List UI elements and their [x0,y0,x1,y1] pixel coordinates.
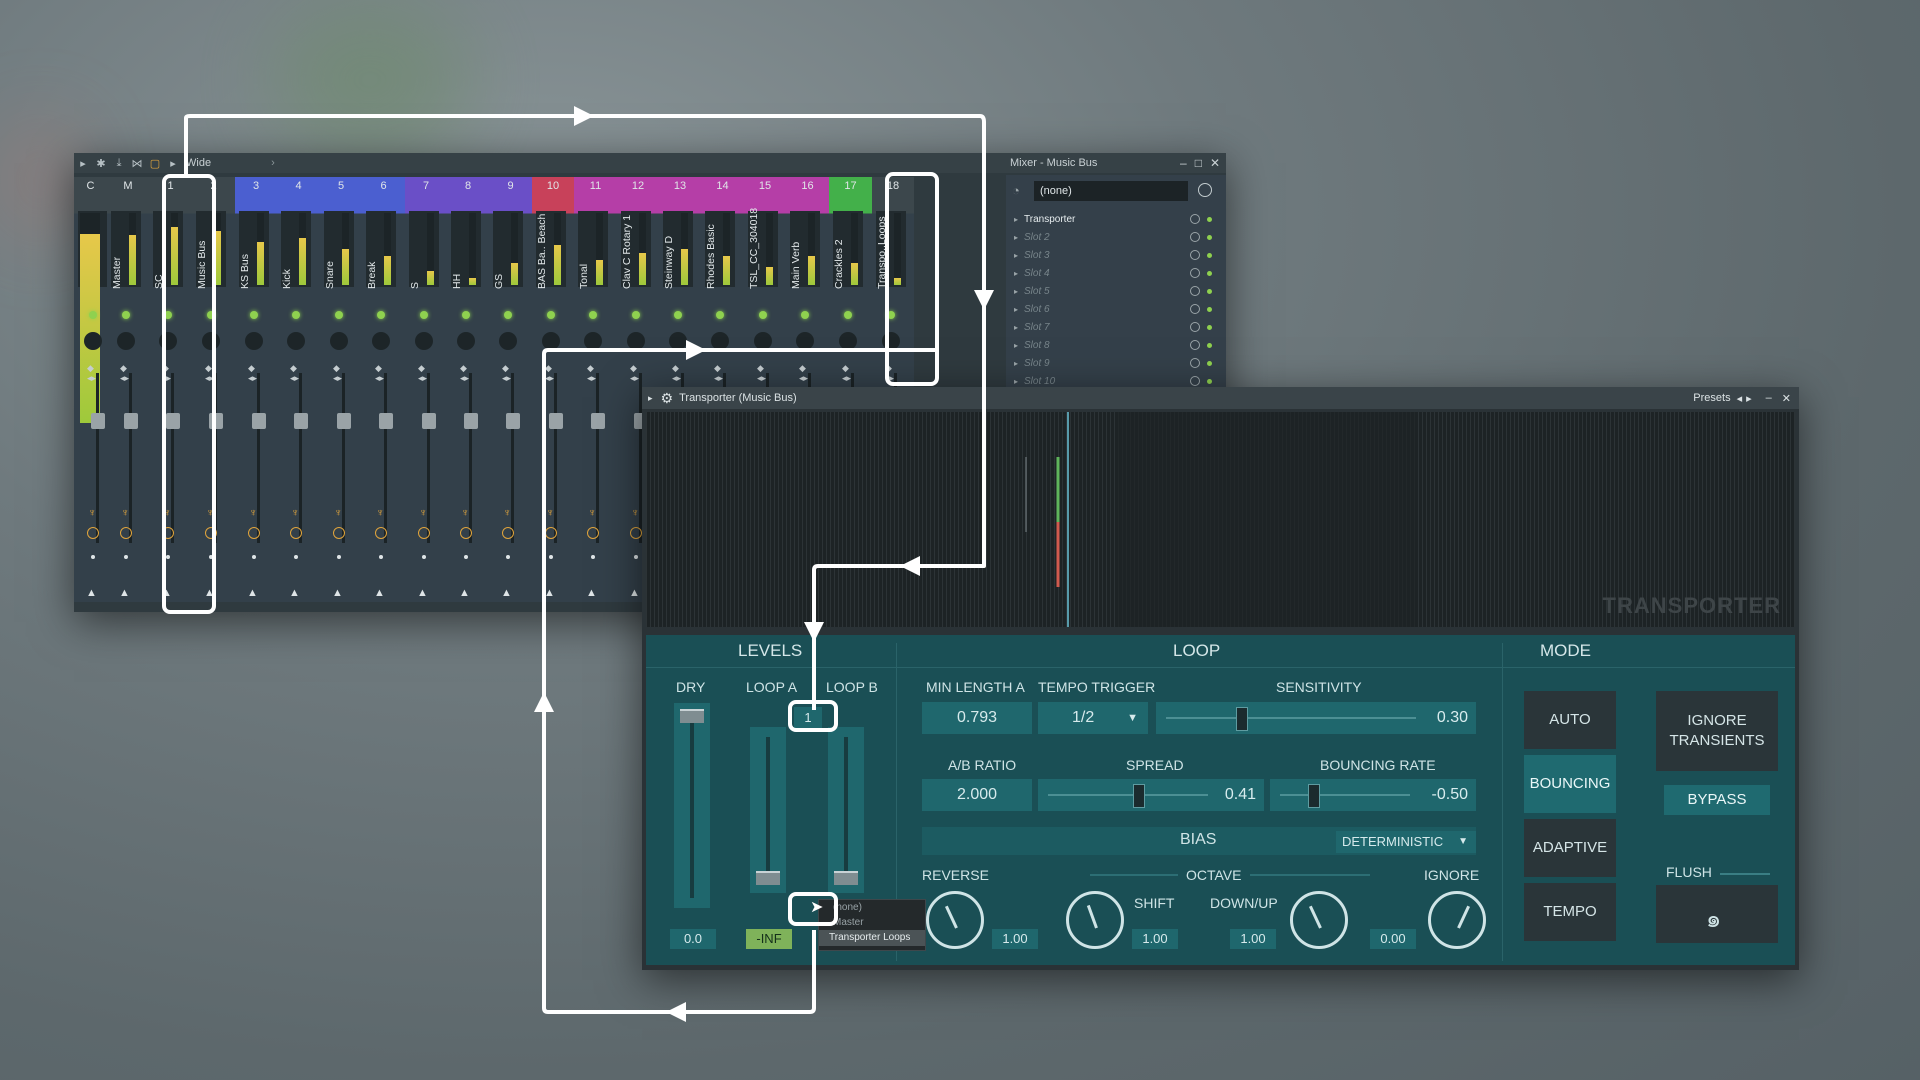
arrow-head-down-mid [804,622,824,642]
arrow-head-left-bottom [666,1002,686,1022]
route-path-top [184,114,986,710]
annotation-overlay [162,106,994,1022]
highlight-strip-transporter-loops [885,172,939,386]
highlight-route-select [788,892,838,926]
arrow-head-right-top [574,106,594,126]
highlight-strip-sc [162,174,216,614]
arrow-head-right-mid [686,340,706,360]
arrow-head-up-left [534,692,554,712]
arrow-head-down-right [974,290,994,310]
route-path-bottom [542,348,938,1014]
arrow-head-left-mid [900,556,920,576]
